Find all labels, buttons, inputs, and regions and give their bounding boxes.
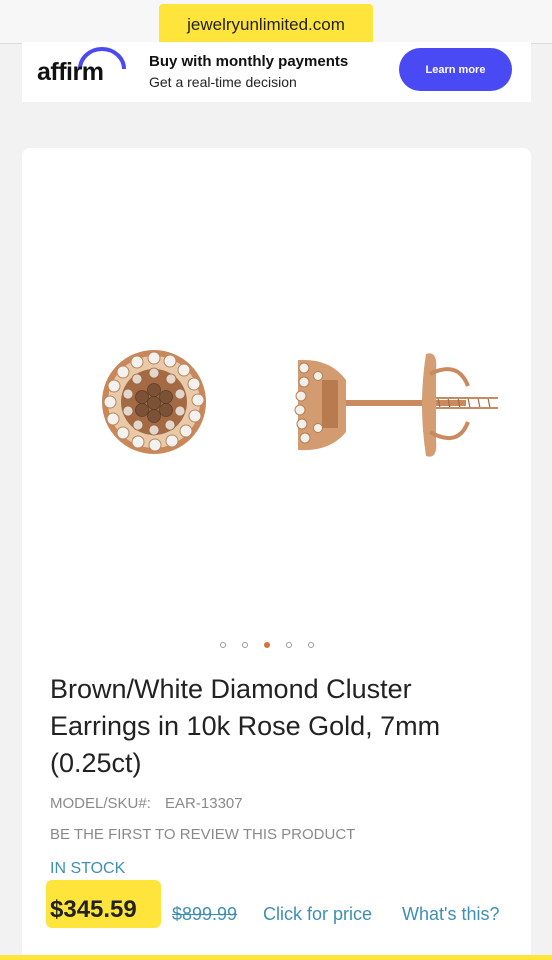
original-price: $899.99	[172, 904, 238, 924]
earring-side-view	[294, 353, 498, 457]
product-image[interactable]	[98, 340, 498, 470]
affirm-subline: Get a real-time decision	[149, 74, 297, 90]
carousel-dot-active[interactable]	[264, 642, 270, 648]
sale-price: $345.59	[50, 896, 137, 923]
image-carousel-dots[interactable]	[220, 642, 314, 648]
model-sku-value: EAR-13307	[165, 795, 243, 812]
carousel-dot[interactable]	[308, 642, 314, 648]
carousel-dot[interactable]	[220, 642, 226, 648]
affirm-headline: Buy with monthly payments	[149, 53, 349, 70]
earring-front-view	[102, 350, 206, 454]
bottom-highlight-strip	[0, 955, 552, 960]
carousel-dot[interactable]	[242, 642, 248, 648]
learn-more-button[interactable]: Learn more	[399, 48, 512, 91]
click-for-price-link[interactable]: Click for price	[263, 904, 372, 925]
affirm-banner[interactable]: affirm Buy with monthly payments Get a r…	[22, 42, 531, 102]
affirm-logo: affirm	[37, 58, 104, 86]
carousel-dot[interactable]	[286, 642, 292, 648]
stock-status: IN STOCK	[50, 860, 126, 877]
product-title: Brown/White Diamond Cluster Earrings in …	[50, 674, 441, 778]
browser-address-bar[interactable]: jewelryunlimited.com	[0, 0, 552, 46]
product-card: Brown/White Diamond Cluster Earrings in …	[22, 148, 531, 960]
model-sku: MODEL/SKU#: EAR-13307	[50, 795, 243, 812]
model-sku-label: MODEL/SKU#:	[50, 795, 151, 812]
url-text[interactable]: jewelryunlimited.com	[159, 4, 373, 46]
whats-this-link[interactable]: What's this?	[402, 904, 499, 925]
review-link[interactable]: BE THE FIRST TO REVIEW THIS PRODUCT	[50, 826, 355, 843]
